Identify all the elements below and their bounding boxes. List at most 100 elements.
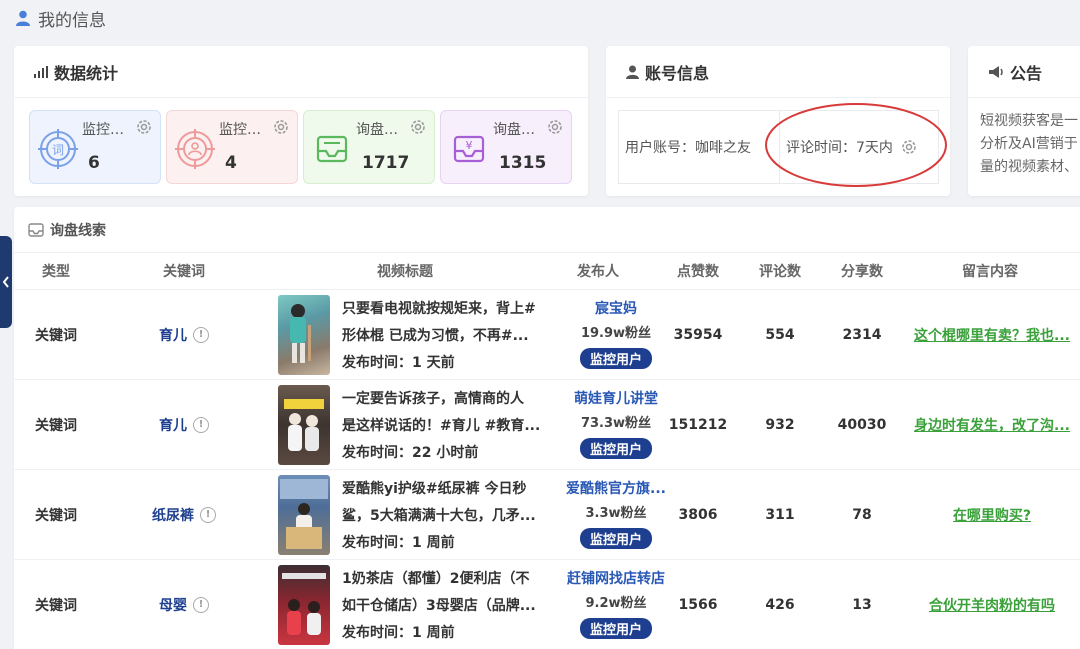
shares-count: 40030 — [837, 417, 887, 433]
monitor-user-button[interactable]: 监控用户 — [579, 618, 652, 639]
message-link[interactable]: 在哪里购买? — [953, 505, 1031, 525]
gear-icon[interactable] — [410, 119, 426, 135]
video-thumbnail[interactable] — [278, 475, 330, 555]
info-icon[interactable]: ! — [193, 327, 209, 343]
likes-count: 1566 — [678, 597, 718, 613]
row-type: 关键词 — [35, 508, 77, 524]
stat-monitored-keywords[interactable]: 词 监控关键词 6 — [29, 110, 161, 184]
column-header-author: 发布人 — [577, 264, 619, 280]
message-link[interactable]: 这个棍哪里有卖？我也... — [914, 325, 1070, 345]
shares-count: 2314 — [842, 327, 882, 343]
comments-count: 311 — [765, 507, 795, 523]
notice-card-header: 公告 — [968, 46, 1080, 98]
notice-title: 公告 — [1010, 63, 1043, 83]
comments-count: 426 — [765, 597, 795, 613]
account-card-header: 账号信息 — [606, 46, 950, 98]
gear-icon[interactable] — [547, 119, 563, 135]
notice-line: 分析及AI营销于 — [980, 136, 1078, 152]
video-thumbnail[interactable] — [278, 295, 330, 375]
info-icon[interactable]: ! — [193, 417, 209, 433]
table-row[interactable]: 关键词 母婴 ! 1奶茶店（都懂）2便利店（不 如干仓储店）3母婴店（品牌...… — [14, 560, 1080, 649]
keyword-text: 母婴 — [159, 598, 187, 614]
row-type: 关键词 — [35, 418, 77, 434]
message-link[interactable]: 合伙开羊肉粉的有吗 — [929, 595, 1055, 615]
message-cell: 在哪里购买? — [910, 470, 1074, 560]
gear-icon[interactable] — [273, 119, 289, 135]
stats-title: 数据统计 — [54, 63, 119, 83]
user-account-value: 咖啡之友 — [695, 140, 751, 156]
stat-value: 4 — [225, 153, 237, 173]
publish-time: 发布时间：1 周前 — [342, 625, 455, 641]
video-title-line2: 如干仓储店）3母婴店（品牌... — [342, 598, 536, 614]
inbox-icon — [28, 222, 44, 237]
user-target-icon — [175, 129, 215, 169]
message-cell: 身边时有发生，改了沟... — [910, 380, 1074, 470]
message-cell: 合伙开羊肉粉的有吗 — [910, 560, 1074, 649]
svg-text:词: 词 — [52, 143, 64, 157]
chevron-left-icon — [2, 276, 9, 288]
bar-chart-icon — [34, 65, 48, 78]
message-link[interactable]: 身边时有发生，改了沟... — [914, 415, 1070, 435]
svg-text:¥: ¥ — [466, 139, 473, 152]
likes-count: 35954 — [673, 327, 723, 343]
video-title-line2: 是这样说话的！#育儿 #教育... — [342, 418, 541, 434]
stat-inquiry-total[interactable]: 询盘总数 1717 — [303, 110, 435, 184]
monitor-user-button[interactable]: 监控用户 — [579, 348, 652, 369]
shares-count: 13 — [852, 597, 872, 613]
column-header-likes: 点赞数 — [677, 264, 719, 280]
message-cell: 这个棍哪里有卖？我也... — [910, 290, 1074, 380]
video-title-line2: 鲨，5大箱满满十大包，几矛... — [342, 508, 536, 524]
table-row[interactable]: 关键词 纸尿裤 ! 爱酷熊yi护级#纸尿裤 今日秒 鲨，5大箱满满十大包，几矛.… — [14, 470, 1080, 560]
column-header-shares: 分享数 — [841, 264, 883, 280]
row-keyword: 纸尿裤 ! — [120, 470, 248, 560]
table-row[interactable]: 关键词 育儿 ! 只要看电视就按规矩来，背上# 形体棍 已成为习惯，不再#...… — [14, 290, 1080, 380]
comments-count: 554 — [765, 327, 795, 343]
publish-time: 发布时间：22 小时前 — [342, 445, 479, 461]
gear-icon[interactable] — [136, 119, 152, 135]
likes-count: 3806 — [678, 507, 718, 523]
megaphone-icon — [988, 65, 1004, 79]
row-keyword: 育儿 ! — [120, 290, 248, 380]
monitor-user-button[interactable]: 监控用户 — [579, 528, 652, 549]
video-thumbnail[interactable] — [278, 385, 330, 465]
notice-line: 量的视频素材、 — [980, 159, 1078, 175]
video-title[interactable]: 爱酷熊yi护级#纸尿裤 今日秒 鲨，5大箱满满十大包，几矛... 发布时间：1 … — [342, 476, 542, 557]
account-title: 账号信息 — [645, 63, 710, 83]
info-icon[interactable]: ! — [200, 507, 216, 523]
column-header-video-title: 视频标题 — [377, 264, 433, 280]
row-type: 关键词 — [35, 598, 77, 614]
yen-inbox-icon: ¥ — [453, 135, 485, 163]
inbox-icon — [316, 135, 348, 163]
table-row[interactable]: 关键词 育儿 ! 一定要告诉孩子，高情商的人 是这样说话的！#育儿 #教育...… — [14, 380, 1080, 470]
video-title-line1: 1奶茶店（都懂）2便利店（不 — [342, 571, 530, 587]
user-account-label: 用户账号： — [625, 140, 695, 156]
video-title-line1: 爱酷熊yi护级#纸尿裤 今日秒 — [342, 481, 527, 497]
publish-time: 发布时间：1 周前 — [342, 535, 455, 551]
stat-value: 6 — [88, 153, 100, 173]
video-title[interactable]: 只要看电视就按规矩来，背上# 形体棍 已成为习惯，不再#... 发布时间：1 天… — [342, 296, 542, 377]
user-icon — [626, 65, 639, 79]
stat-label: 询盘总数 — [356, 122, 408, 138]
video-title[interactable]: 一定要告诉孩子，高情商的人 是这样说话的！#育儿 #教育... 发布时间：22 … — [342, 386, 542, 467]
leads-title: 询盘线索 — [50, 222, 106, 239]
page-header: 我的信息 — [0, 0, 1080, 36]
column-header-type: 类型 — [42, 264, 70, 280]
keyword-text: 纸尿裤 — [152, 508, 194, 524]
monitor-user-button[interactable]: 监控用户 — [579, 438, 652, 459]
info-icon[interactable]: ! — [193, 597, 209, 613]
comments-count: 932 — [765, 417, 795, 433]
row-type: 关键词 — [35, 328, 77, 344]
column-header-keyword: 关键词 — [163, 264, 205, 280]
notice-text: 短视频获客是一 分析及AI营销于 量的视频素材、 — [980, 110, 1078, 179]
highlight-ellipse — [765, 103, 947, 187]
keyword-text: 育儿 — [159, 418, 187, 434]
column-header-message: 留言内容 — [962, 264, 1018, 280]
shares-count: 78 — [852, 507, 872, 523]
user-icon — [16, 10, 30, 26]
account-user-row: 用户账号： 咖啡之友 — [618, 110, 780, 184]
stat-inquiry-comments[interactable]: ¥ 询盘评论 1315 — [440, 110, 572, 184]
sidebar-collapse-toggle[interactable] — [0, 236, 12, 328]
stat-monitored-users[interactable]: 监控用户 4 — [166, 110, 298, 184]
video-title[interactable]: 1奶茶店（都懂）2便利店（不 如干仓储店）3母婴店（品牌... 发布时间：1 周… — [342, 566, 542, 647]
video-thumbnail[interactable] — [278, 565, 330, 645]
